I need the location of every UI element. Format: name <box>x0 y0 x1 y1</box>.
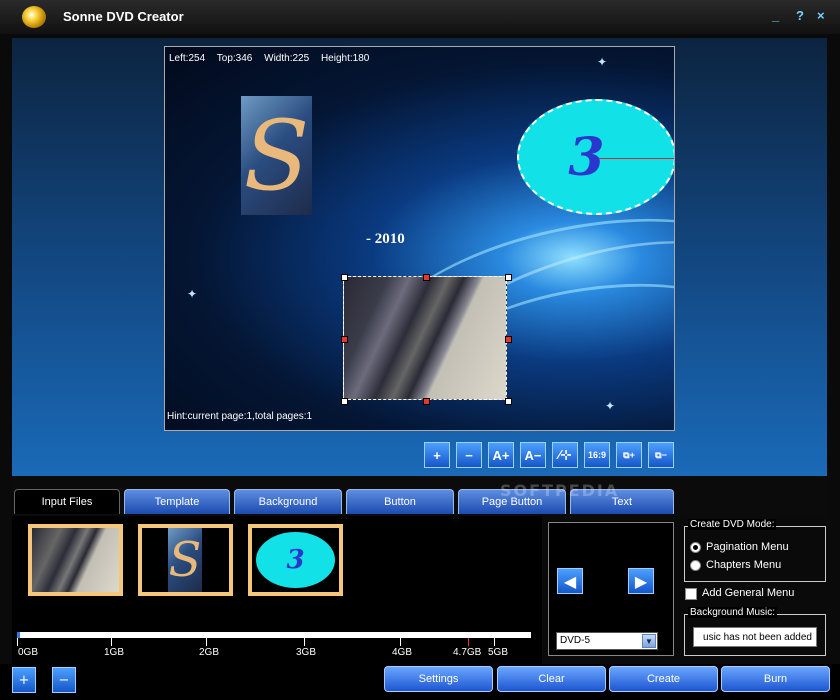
chapters-menu-radio[interactable] <box>690 560 701 571</box>
clock-digit: 3 <box>568 126 605 188</box>
tick-label: 3GB <box>296 647 317 658</box>
next-page-button[interactable]: ▶ <box>628 568 654 594</box>
remove-file-button[interactable]: − <box>52 667 76 693</box>
timeline-tick <box>17 638 18 646</box>
zoom-out-button[interactable]: − <box>456 442 482 468</box>
aspect-ratio-button[interactable]: 16:9 <box>584 442 610 468</box>
dvd-type-select[interactable]: DVD-5 ▼ <box>556 632 658 650</box>
timeline-tick <box>494 638 495 646</box>
coord-left: Left:254 <box>169 53 206 64</box>
tick-label: 1GB <box>104 647 125 658</box>
clock-thumb: 3 <box>256 532 335 588</box>
close-button[interactable]: × <box>817 8 825 23</box>
text-path-button[interactable]: ∕⊹ <box>552 442 578 468</box>
dvd-mode-legend: Create DVD Mode: <box>688 519 777 530</box>
timeline-tick <box>111 638 112 646</box>
pagination-menu-label: Pagination Menu <box>706 541 789 553</box>
input-file-thumbnail[interactable]: 3 <box>248 524 343 596</box>
tick-label: 0GB <box>18 647 39 658</box>
resize-handle[interactable] <box>505 336 512 343</box>
dvd-type-value: DVD-5 <box>560 635 591 646</box>
coord-width: Width:225 <box>264 53 310 64</box>
timeline-tick <box>468 638 469 646</box>
resize-handle[interactable] <box>505 398 512 405</box>
selection-coordinates: Left:254 Top:346 Width:225 Height:180 <box>169 53 378 64</box>
tab-button[interactable]: Button <box>346 489 454 514</box>
pagination-menu-radio[interactable] <box>690 542 701 553</box>
add-general-menu-checkbox[interactable] <box>685 588 697 600</box>
font-larger-button[interactable]: A+ <box>488 442 514 468</box>
clear-button[interactable]: Clear <box>497 666 606 692</box>
page-hint: Hint:current page:1,total pages:1 <box>167 411 313 422</box>
resize-handle[interactable] <box>341 336 348 343</box>
sparkle-icon: ✦ <box>187 287 198 301</box>
tick-label: 2GB <box>199 647 220 658</box>
help-button[interactable]: ? <box>796 8 804 23</box>
tick-label: 5GB <box>488 647 509 658</box>
clock-hand <box>599 158 674 159</box>
resize-handle[interactable] <box>341 398 348 405</box>
coord-top: Top:346 <box>216 53 253 64</box>
tab-template[interactable]: Template <box>124 489 230 514</box>
add-file-button[interactable]: + <box>12 667 36 693</box>
timeline-tick <box>206 638 207 646</box>
watermark-text: SOFTPEDIA <box>500 481 620 500</box>
s-logo-thumb: S <box>168 528 202 592</box>
menu-canvas[interactable]: ✦ ✦ ✦ Left:254 Top:346 Width:225 Height:… <box>164 46 675 431</box>
burn-button[interactable]: Burn <box>721 666 830 692</box>
resize-handle[interactable] <box>341 274 348 281</box>
previous-page-button[interactable]: ◀ <box>557 568 583 594</box>
chapters-menu-label: Chapters Menu <box>706 559 782 571</box>
tick-label: 4.7GB <box>453 647 482 658</box>
sparkle-icon: ✦ <box>605 399 616 413</box>
input-file-thumbnail[interactable]: S <box>138 524 233 596</box>
timeline-tick <box>304 638 305 646</box>
tab-input-files[interactable]: Input Files <box>14 489 120 514</box>
input-file-thumbnail[interactable] <box>28 524 123 596</box>
tab-background[interactable]: Background <box>234 489 342 514</box>
minimize-button[interactable]: _ <box>772 8 779 23</box>
tick-label: 4GB <box>392 647 413 658</box>
s-logo-letter: S <box>243 99 310 212</box>
s-logo-image[interactable]: S <box>241 96 312 215</box>
background-music-field[interactable]: usic has not been added <box>693 627 817 647</box>
video-frame-image <box>32 528 119 592</box>
zoom-in-button[interactable]: + <box>424 442 450 468</box>
resize-handle[interactable] <box>423 398 430 405</box>
resize-handle[interactable] <box>505 274 512 281</box>
add-general-menu-label: Add General Menu <box>702 587 795 599</box>
create-button[interactable]: Create <box>609 666 718 692</box>
dvd-mode-group: Create DVD Mode: <box>684 519 826 582</box>
background-music-legend: Background Music: <box>688 607 778 618</box>
coord-height: Height:180 <box>320 53 370 64</box>
chapter-clock-button[interactable]: 3 <box>517 99 674 215</box>
selected-video-thumbnail[interactable] <box>343 276 507 400</box>
capacity-bar <box>17 632 531 638</box>
chevron-down-icon[interactable]: ▼ <box>642 634 656 648</box>
app-title: Sonne DVD Creator <box>63 9 184 24</box>
sparkle-icon: ✦ <box>597 55 608 69</box>
year-text[interactable]: - 2010 <box>366 231 405 248</box>
add-file-icon: + <box>18 672 30 688</box>
resize-handle[interactable] <box>423 274 430 281</box>
remove-item-button[interactable]: ⧉− <box>648 442 674 468</box>
settings-button[interactable]: Settings <box>384 666 493 692</box>
font-smaller-button[interactable]: A− <box>520 442 546 468</box>
remove-file-icon: − <box>58 672 70 688</box>
timeline-tick <box>400 638 401 646</box>
title-bar: Sonne DVD Creator _ ? × <box>0 0 840 34</box>
dvd-app-icon <box>22 6 46 28</box>
add-item-button[interactable]: ⧉+ <box>616 442 642 468</box>
